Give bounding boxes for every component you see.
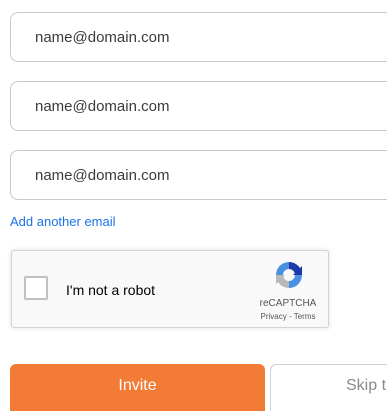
invite-form: Add another email I'm not a robot reCAPT…	[0, 0, 387, 411]
recaptcha-widget: I'm not a robot reCAPTCHA Privacy - Term…	[11, 250, 329, 328]
recaptcha-brand: reCAPTCHA	[259, 298, 317, 309]
email-field-1[interactable]	[10, 12, 387, 62]
recaptcha-checkbox[interactable]	[24, 276, 48, 300]
recaptcha-logo-icon	[276, 262, 302, 288]
email-field-2[interactable]	[10, 81, 387, 131]
recaptcha-privacy-terms-links[interactable]: Privacy - Terms	[248, 312, 328, 321]
add-another-email-link[interactable]: Add another email	[10, 214, 116, 229]
recaptcha-label: I'm not a robot	[66, 282, 156, 298]
invite-button[interactable]: Invite	[10, 364, 265, 411]
skip-button[interactable]: Skip t	[270, 364, 387, 411]
email-field-3[interactable]	[10, 150, 387, 200]
